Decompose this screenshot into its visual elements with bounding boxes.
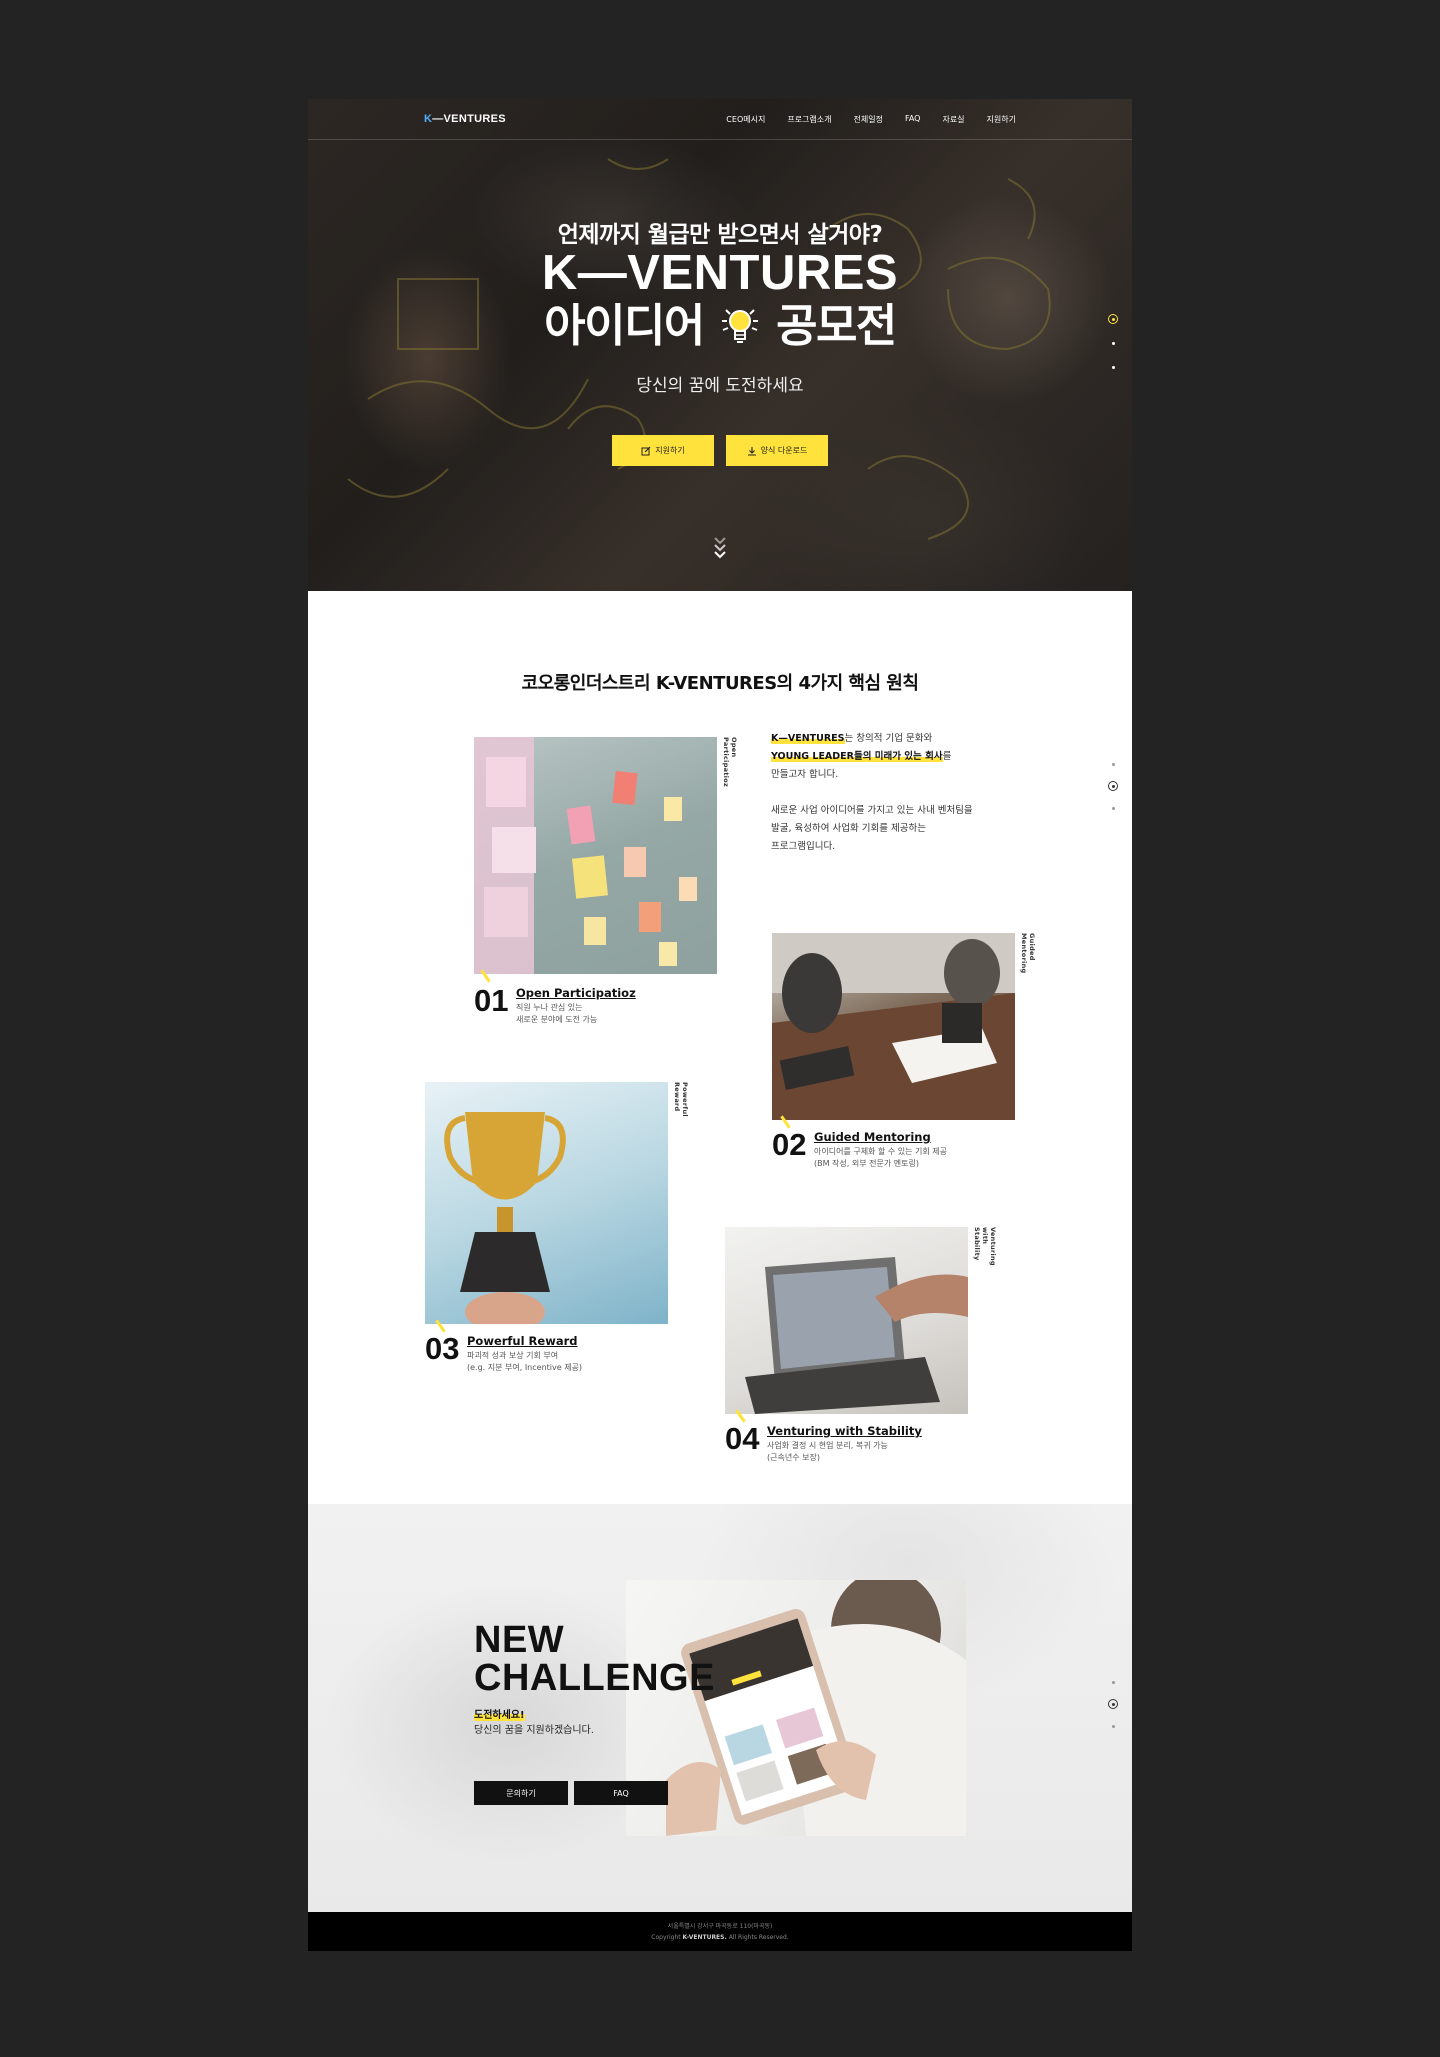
section-dot[interactable] bbox=[1108, 1721, 1118, 1731]
card-03-title[interactable]: Powerful Reward bbox=[467, 1334, 578, 1348]
challenge-tablet-photo bbox=[626, 1580, 966, 1836]
section-dot-active[interactable] bbox=[1108, 781, 1118, 791]
footer-copyright: Copyright K-VENTURES. All Rights Reserve… bbox=[308, 1932, 1132, 1943]
challenge-heading: NEW CHALLENGE bbox=[474, 1621, 715, 1697]
hero-contest-title: 아이디어 공모전 bbox=[308, 299, 1132, 353]
meeting-table-photo bbox=[772, 933, 1015, 1120]
nav-item-program[interactable]: 프로그램소개 bbox=[787, 114, 831, 125]
intro-line1: 는 창의적 기업 문화와 bbox=[844, 733, 933, 744]
copyright-prefix: Copyright bbox=[651, 1934, 681, 1941]
card-01-title[interactable]: Open Participatioz bbox=[516, 986, 636, 1000]
principles-intro: K—VENTURES는 창의적 기업 문화와 YOUNG LEADER들의 미래… bbox=[771, 730, 1031, 856]
principles-title: 코오롱인더스트리 K-VENTURES의 4가지 핵심 원칙 bbox=[521, 673, 919, 694]
nav-item-ceo-message[interactable]: CEO메시지 bbox=[726, 114, 765, 125]
hero-apply-button[interactable]: 지원하기 bbox=[612, 435, 714, 466]
card-02-vertical-label: Guided Mentoring bbox=[1020, 933, 1036, 974]
card-01-desc-line2: 새로운 분야에 도전 가능 bbox=[516, 1015, 598, 1024]
section-dot[interactable] bbox=[1108, 1677, 1118, 1687]
slide-dot[interactable] bbox=[1108, 362, 1118, 372]
section-dots bbox=[1108, 759, 1118, 825]
card-03-desc-line2: (e.g. 지분 부여, Incentive 제공) bbox=[467, 1363, 583, 1372]
section-dot[interactable] bbox=[1108, 803, 1118, 813]
nav-item-apply[interactable]: 지원하기 bbox=[987, 114, 1016, 125]
card-04-desc-line2: (근속년수 보장) bbox=[767, 1453, 820, 1462]
card-02-desc: 아이디어를 구체화 할 수 있는 기회 제공 (BM 작성, 외부 전문가 멘토… bbox=[814, 1146, 947, 1170]
card-02-title[interactable]: Guided Mentoring bbox=[814, 1130, 931, 1144]
card-01-desc: 직원 누나 관심 있는 새로운 분야에 도전 가능 bbox=[516, 1002, 597, 1026]
contest-title-left: 아이디어 bbox=[544, 299, 705, 352]
card-01-desc-line1: 직원 누나 관심 있는 bbox=[516, 1003, 583, 1012]
trophy-photo bbox=[425, 1082, 668, 1324]
card-03-desc: 파괴적 성과 보상 기회 부여 (e.g. 지분 부여, Incentive 제… bbox=[467, 1350, 582, 1374]
contact-button[interactable]: 문의하기 bbox=[474, 1781, 568, 1805]
logo[interactable]: K—VENTURES bbox=[424, 113, 506, 125]
card-01-number: 01 bbox=[474, 983, 509, 1018]
tablet-photo bbox=[725, 1227, 968, 1414]
challenge-dots bbox=[1108, 1677, 1118, 1743]
footer-address: 서울특별시 강서구 마곡동로 110(마곡동) bbox=[667, 1923, 773, 1930]
intro-line3: 만들고자 합니다. bbox=[771, 769, 839, 780]
intro-brand: K—VENTURES bbox=[771, 733, 845, 744]
copyright-brand: K-VENTURES. bbox=[682, 1934, 727, 1941]
hero-section: K—VENTURES CEO메시지 프로그램소개 전체일정 FAQ 자료실 지원… bbox=[308, 99, 1132, 591]
card-02-desc-line1: 아이디어를 구체화 할 수 있는 기회 제공 bbox=[814, 1147, 948, 1156]
challenge-heading-line1: NEW bbox=[474, 1619, 565, 1661]
landing-page: K—VENTURES CEO메시지 프로그램소개 전체일정 FAQ 자료실 지원… bbox=[308, 99, 1132, 1951]
footer: 서울특별시 강서구 마곡동로 110(마곡동) Copyright K-VENT… bbox=[308, 1912, 1132, 1951]
tablet-in-hands-illustration bbox=[666, 1580, 966, 1836]
card-04-desc: 사업화 결정 시 현업 분리, 복귀 가능 (근속년수 보장) bbox=[767, 1440, 888, 1464]
challenge-sub-highlight: 도전하세요! bbox=[474, 1706, 525, 1721]
chevron-down-icon[interactable] bbox=[712, 535, 728, 561]
top-navigation: K—VENTURES CEO메시지 프로그램소개 전체일정 FAQ 자료실 지원… bbox=[308, 99, 1132, 140]
card-04-desc-line1: 사업화 결정 시 현업 분리, 복귀 가능 bbox=[767, 1441, 888, 1450]
faq-button[interactable]: FAQ bbox=[574, 1781, 668, 1805]
nav-item-resources[interactable]: 자료실 bbox=[942, 114, 964, 125]
trophy-illustration bbox=[444, 1112, 566, 1324]
card-02-desc-line2: (BM 작성, 외부 전문가 멘토링) bbox=[814, 1159, 919, 1168]
intro-highlight: YOUNG LEADER들의 미래가 있는 회사 bbox=[771, 751, 943, 762]
hero-download-button[interactable]: 양식 다운로드 bbox=[726, 435, 828, 466]
slide-dot-active[interactable] bbox=[1108, 314, 1118, 324]
card-03-desc-line1: 파괴적 성과 보상 기회 부여 bbox=[467, 1351, 559, 1360]
challenge-heading-line2: CHALLENGE bbox=[474, 1657, 715, 1699]
card-02-number: 02 bbox=[772, 1127, 807, 1162]
contest-title-right: 공모전 bbox=[776, 299, 897, 352]
section-dot-active[interactable] bbox=[1108, 1699, 1118, 1709]
slide-dot[interactable] bbox=[1108, 338, 1118, 348]
hero-download-label: 양식 다운로드 bbox=[760, 446, 808, 455]
hero-slide-dots bbox=[1108, 314, 1118, 386]
challenge-section: NEW CHALLENGE 도전하세요! 당신의 꿈을 지원하겠습니다. 문의하… bbox=[308, 1504, 1132, 1912]
section-dot[interactable] bbox=[1108, 759, 1118, 769]
hero-subline: 당신의 꿈에 도전하세요 bbox=[636, 376, 804, 396]
lightbulb-icon bbox=[721, 309, 758, 343]
intro-paragraph: 새로운 사업 아이디어를 가지고 있는 사내 벤처팀을 발굴, 육성하여 사업화… bbox=[771, 805, 973, 852]
edit-icon bbox=[641, 446, 651, 455]
card-01-vertical-label: Open Participatioz bbox=[722, 737, 738, 788]
nav-item-schedule[interactable]: 전체일정 bbox=[854, 114, 883, 125]
card-04-number: 04 bbox=[725, 1421, 760, 1456]
challenge-sub-text: 당신의 꿈을 지원하겠습니다. bbox=[474, 1725, 594, 1736]
intro-line2: 를 bbox=[942, 751, 952, 762]
hero-tagline: 언제까지 월급만 받으면서 살거야? bbox=[557, 222, 883, 248]
download-icon bbox=[747, 446, 756, 456]
card-04-title[interactable]: Venturing with Stability bbox=[767, 1424, 922, 1438]
card-04-vertical-label: Venturing with Stability bbox=[973, 1227, 997, 1266]
sticky-notes-illustration bbox=[474, 737, 697, 974]
tablet-illustration bbox=[745, 1257, 968, 1414]
hero-brand-title: K—VENTURES bbox=[541, 246, 899, 300]
nav-menu: CEO메시지 프로그램소개 전체일정 FAQ 자료실 지원하기 bbox=[726, 114, 1016, 125]
hero-apply-label: 지원하기 bbox=[655, 446, 685, 455]
nav-item-faq[interactable]: FAQ bbox=[905, 114, 921, 125]
sticky-notes-photo bbox=[474, 737, 717, 974]
card-03-vertical-label: Powerful Reward bbox=[673, 1082, 689, 1117]
meeting-table-illustration bbox=[772, 933, 1015, 1120]
copyright-suffix: All Rights Reserved. bbox=[728, 1934, 789, 1941]
card-03-number: 03 bbox=[425, 1331, 460, 1366]
